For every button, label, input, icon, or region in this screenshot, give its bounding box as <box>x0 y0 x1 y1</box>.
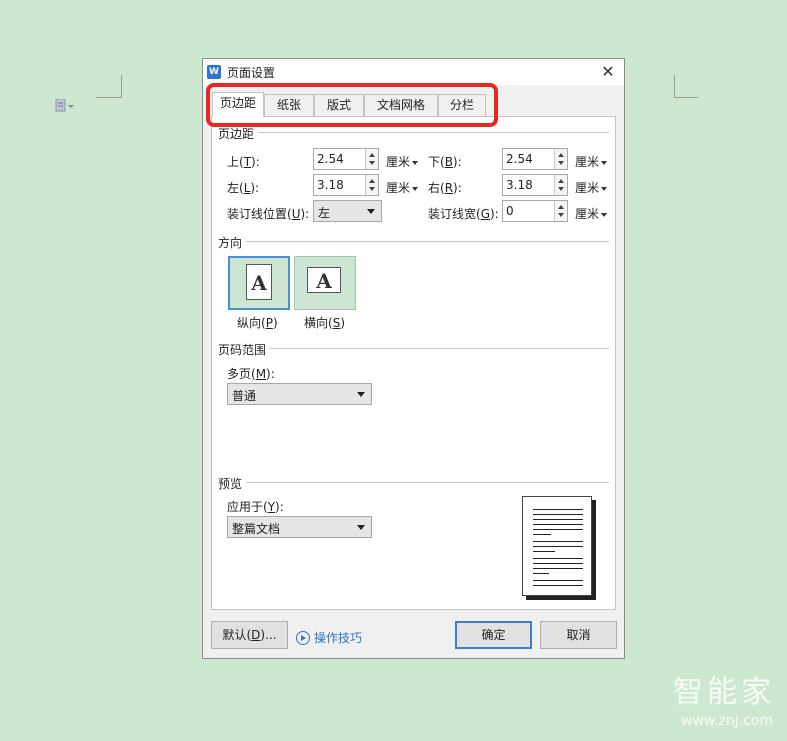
spin-down-icon <box>558 187 564 191</box>
top-margin-value[interactable]: 2.54 <box>317 152 344 166</box>
page-range-section-title: 页码范围 <box>218 341 271 358</box>
orientation-section-title: 方向 <box>218 234 247 251</box>
bottom-margin-unit-dropdown[interactable]: 厘米 <box>575 153 608 170</box>
caret-down-icon <box>601 212 608 217</box>
dialog-titlebar: W 页面设置 ✕ <box>203 59 624 85</box>
operation-tips-link[interactable]: 操作技巧 <box>296 629 362 646</box>
spin-up-icon <box>558 205 564 209</box>
top-margin-spinner[interactable]: 2.54 <box>313 148 379 170</box>
right-margin-unit-dropdown[interactable]: 厘米 <box>575 179 608 196</box>
tab-columns[interactable]: 分栏 <box>438 94 486 116</box>
bottom-margin-spinner[interactable]: 2.54 <box>502 148 568 170</box>
margins-section-title: 页边距 <box>218 125 259 142</box>
top-margin-spin-buttons[interactable] <box>365 149 378 169</box>
default-button[interactable]: 默认(D)... <box>211 621 288 649</box>
spin-up-icon <box>558 153 564 157</box>
right-margin-value[interactable]: 3.18 <box>506 178 533 192</box>
watermark-logo: 智能家 <box>673 675 775 710</box>
landscape-option[interactable]: A <box>294 256 356 310</box>
page-corner-marker-left <box>96 75 122 98</box>
portrait-option[interactable]: A <box>228 256 290 310</box>
landscape-page-icon: A <box>307 267 341 293</box>
ok-button[interactable]: 确定 <box>455 621 532 649</box>
caret-down-icon <box>367 209 375 214</box>
page-corner-marker-right <box>674 75 698 98</box>
gutter-width-label: 装订线宽(G): <box>428 207 499 221</box>
top-margin-label: 上(T): <box>227 155 260 169</box>
multiple-pages-select[interactable]: 普通 <box>227 383 372 405</box>
caret-down-icon <box>601 186 608 191</box>
portrait-label: 纵向(P) <box>237 316 278 330</box>
gutter-width-spin-buttons[interactable] <box>554 201 567 221</box>
bottom-margin-label: 下(B): <box>428 155 462 169</box>
close-button[interactable]: ✕ <box>598 62 618 82</box>
gutter-width-spinner[interactable]: 0 <box>502 200 568 222</box>
page-setup-dialog: W 页面设置 ✕ 页边距 纸张 版式 文档网格 分栏 页边距 上(T): 2.5… <box>202 58 625 659</box>
page-preview <box>522 496 608 604</box>
cancel-button[interactable]: 取消 <box>540 621 617 649</box>
bottom-margin-spin-buttons[interactable] <box>554 149 567 169</box>
spin-up-icon <box>369 153 375 157</box>
caret-down-icon <box>357 392 365 397</box>
spin-down-icon <box>558 213 564 217</box>
spin-down-icon <box>558 161 564 165</box>
watermark-url: www.znj.com <box>681 713 773 729</box>
spin-down-icon <box>369 161 375 165</box>
spin-down-icon <box>369 187 375 191</box>
wps-writer-icon: W <box>207 65 221 79</box>
tab-layout[interactable]: 版式 <box>314 94 364 116</box>
caret-down-icon <box>357 525 365 530</box>
right-margin-spinner[interactable]: 3.18 <box>502 174 568 196</box>
right-margin-label: 右(R): <box>428 181 462 195</box>
multiple-pages-label: 多页(M): <box>227 367 275 381</box>
gutter-width-value[interactable]: 0 <box>506 204 514 218</box>
apply-to-select[interactable]: 整篇文档 <box>227 516 372 538</box>
play-circle-icon <box>296 631 310 645</box>
caret-down-icon <box>412 160 419 165</box>
right-margin-spin-buttons[interactable] <box>554 175 567 195</box>
top-margin-unit-dropdown[interactable]: 厘米 <box>386 153 419 170</box>
margins-panel: 页边距 上(T): 2.54 厘米 下(B): 2.54 厘米 左(L): 3.… <box>211 116 616 610</box>
caret-down-icon <box>601 160 608 165</box>
left-margin-label: 左(L): <box>227 181 260 195</box>
tab-paper[interactable]: 纸张 <box>264 94 314 116</box>
preview-section-title: 预览 <box>218 475 247 492</box>
gutter-position-select[interactable]: 左 <box>313 200 382 222</box>
apply-to-label: 应用于(Y): <box>227 500 284 514</box>
portrait-page-icon: A <box>246 264 272 300</box>
left-margin-unit-dropdown[interactable]: 厘米 <box>386 179 419 196</box>
dialog-title: 页面设置 <box>227 66 276 80</box>
tab-document-grid[interactable]: 文档网格 <box>364 94 438 116</box>
gutter-width-unit-dropdown[interactable]: 厘米 <box>575 205 608 222</box>
left-margin-spin-buttons[interactable] <box>365 175 378 195</box>
landscape-label: 横向(S) <box>304 316 345 330</box>
left-margin-spinner[interactable]: 3.18 <box>313 174 379 196</box>
spin-up-icon <box>558 179 564 183</box>
tab-margins[interactable]: 页边距 <box>212 92 264 117</box>
left-margin-value[interactable]: 3.18 <box>317 178 344 192</box>
spin-up-icon <box>369 179 375 183</box>
paste-options-icon[interactable] <box>55 99 75 113</box>
caret-down-icon <box>412 186 419 191</box>
gutter-position-label: 装订线位置(U): <box>227 207 310 221</box>
bottom-margin-value[interactable]: 2.54 <box>506 152 533 166</box>
preview-page-thumbnail <box>522 496 592 596</box>
